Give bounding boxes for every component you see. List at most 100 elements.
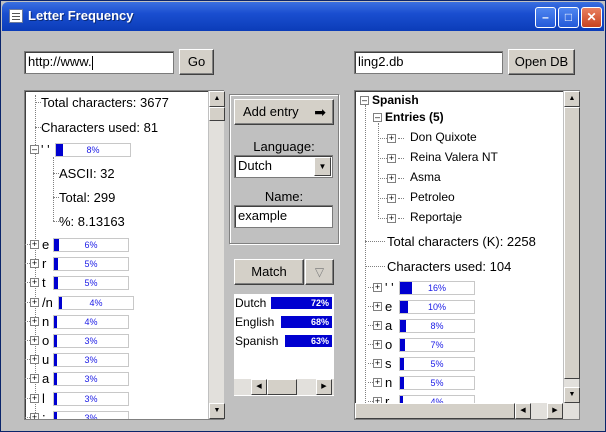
add-entry-label: Add entry <box>243 104 299 119</box>
expand-icon[interactable]: + <box>373 302 382 311</box>
frequency-bar: 8% <box>55 143 131 157</box>
letter-label: s <box>385 356 392 371</box>
frequency-bar-label: 10% <box>427 302 446 312</box>
close-button[interactable]: ✕ <box>581 7 602 28</box>
expand-icon[interactable]: + <box>30 278 39 288</box>
scroll-thumb[interactable] <box>209 107 225 121</box>
expand-icon[interactable]: + <box>373 378 382 387</box>
total-characters-k-label: Total characters (K): 2258 <box>387 234 536 249</box>
db-path-input[interactable]: ling2.db <box>354 51 503 74</box>
expand-icon[interactable]: + <box>387 194 396 203</box>
scroll-right-arrow-icon[interactable]: ▶ <box>547 403 563 419</box>
expand-icon[interactable]: + <box>30 393 39 403</box>
letter-label: n <box>385 375 393 390</box>
right-tree-hscrollbar[interactable]: ◀ ▶ <box>355 403 579 419</box>
frequency-bar: 3% <box>53 372 129 387</box>
expand-icon[interactable]: + <box>373 359 382 368</box>
expand-icon[interactable]: + <box>387 134 396 143</box>
frequency-bar: 10% <box>399 300 475 314</box>
expand-icon[interactable]: + <box>30 412 39 419</box>
right-tree-scrollbar[interactable]: ▲ ▼ <box>563 91 580 403</box>
open-db-button[interactable]: Open DB <box>508 49 575 75</box>
letter-label: r <box>42 256 47 272</box>
maximize-button[interactable]: □ <box>558 7 579 28</box>
frequency-bar-label: 6% <box>84 240 98 250</box>
entry-label: Asma <box>410 170 441 184</box>
match-results-scrollbar[interactable]: ◀ ▶ <box>234 379 334 395</box>
expand-icon[interactable]: + <box>373 283 382 292</box>
frequency-bar: 5% <box>53 257 129 272</box>
expand-icon[interactable]: + <box>30 297 39 307</box>
dropdown-arrow-icon[interactable]: ▼ <box>314 157 331 176</box>
frequency-bar-label: 3% <box>84 355 98 366</box>
entry-label: Reportaje <box>410 210 463 224</box>
percent-value: %: 8.13163 <box>59 214 125 229</box>
frequency-bar: 16% <box>399 281 475 295</box>
match-score-bar: 72% <box>271 297 332 309</box>
total-characters-label: Total characters: 3677 <box>41 95 169 110</box>
scroll-left-arrow-icon[interactable]: ◀ <box>251 379 267 395</box>
tree-line <box>378 218 387 219</box>
scroll-left-arrow-icon[interactable]: ◀ <box>515 403 531 419</box>
expand-icon[interactable]: + <box>373 321 382 330</box>
frequency-bar-label: 3% <box>84 393 98 404</box>
url-input[interactable]: http://www. <box>24 51 174 74</box>
characters-used-label: Characters used: 104 <box>387 259 512 274</box>
name-input[interactable]: example <box>234 205 333 228</box>
expand-icon[interactable]: + <box>30 336 39 345</box>
match-score-label: 63% <box>310 336 329 346</box>
scroll-thumb[interactable] <box>267 379 297 395</box>
left-tree-scrollbar[interactable]: ▲ ▼ <box>208 91 225 419</box>
frequency-bar-label: 4% <box>89 297 103 308</box>
add-entry-button[interactable]: Add entry ➡ <box>234 99 334 125</box>
expand-icon[interactable]: + <box>30 240 39 249</box>
expand-icon[interactable]: + <box>30 316 39 326</box>
scroll-right-arrow-icon[interactable]: ▶ <box>316 379 332 395</box>
tree-line <box>398 198 404 199</box>
collapse-icon[interactable]: – <box>373 113 382 122</box>
expand-icon[interactable]: + <box>387 154 396 163</box>
frequency-bar-label: 7% <box>430 340 444 350</box>
expand-icon[interactable]: + <box>30 355 39 365</box>
letter-label: e <box>42 237 50 252</box>
letter-label: o <box>385 337 393 352</box>
language-select-value: Dutch <box>238 158 272 173</box>
frequency-bar-label: 3% <box>84 374 98 385</box>
expand-icon[interactable]: + <box>30 374 39 384</box>
collapse-icon[interactable]: – <box>360 96 369 105</box>
letter-label: o <box>42 333 50 348</box>
scroll-thumb[interactable] <box>355 403 515 419</box>
frequency-bar-label: 5% <box>84 259 98 270</box>
go-button[interactable]: Go <box>179 49 214 75</box>
scroll-thumb[interactable] <box>564 107 580 379</box>
language-label: Language: <box>253 139 315 154</box>
expand-icon[interactable]: + <box>387 214 396 223</box>
scroll-up-arrow-icon[interactable]: ▲ <box>209 91 225 107</box>
match-score-bar: 63% <box>285 335 332 347</box>
expand-icon[interactable]: + <box>373 340 382 349</box>
match-button[interactable]: Match <box>234 259 304 285</box>
title-bar[interactable]: Letter Frequency – □ ✕ <box>2 2 604 31</box>
filter-triangle-icon[interactable]: ▽ <box>305 259 334 285</box>
letter-label: /n <box>42 294 53 310</box>
minimize-button[interactable]: – <box>535 7 556 28</box>
tree-root-label: Spanish <box>372 93 419 107</box>
letter-label: : <box>42 409 46 420</box>
entry-label: Reina Valera NT <box>410 150 498 164</box>
frequency-bar: 3% <box>53 410 129 419</box>
tree-node-label: ' ' <box>41 142 50 157</box>
scroll-down-arrow-icon[interactable]: ▼ <box>564 387 580 403</box>
database-tree[interactable]: – Spanish – Entries (5) + Don Quixote + Rei… <box>354 90 580 420</box>
letter-label: ' ' <box>385 280 394 295</box>
scroll-up-arrow-icon[interactable]: ▲ <box>564 91 580 107</box>
tree-line <box>365 241 385 242</box>
collapse-icon[interactable]: – <box>30 145 39 154</box>
tree-line <box>398 138 404 139</box>
expand-icon[interactable]: + <box>387 174 396 183</box>
arrow-right-icon: ➡ <box>314 104 326 120</box>
scroll-down-arrow-icon[interactable]: ▼ <box>209 403 225 419</box>
letter-label: a <box>42 371 50 387</box>
input-stats-tree[interactable]: Total characters: 3677 Characters used: … <box>24 90 224 420</box>
entry-label: Don Quixote <box>410 130 477 144</box>
expand-icon[interactable]: + <box>30 259 39 269</box>
